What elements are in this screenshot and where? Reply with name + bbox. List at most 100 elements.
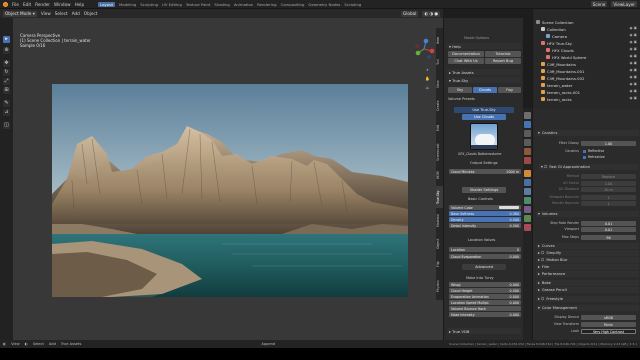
advanced-button[interactable]: Advanced [462, 264, 506, 270]
viewlayer-selector[interactable]: ViewLayer [611, 1, 637, 7]
step-rate-render-field[interactable]: 0.01 [581, 221, 636, 226]
refractive-checkbox[interactable]: Refractive [583, 155, 605, 159]
location-field[interactable]: Location 0 [449, 247, 521, 252]
sky-tab[interactable]: Sky [448, 87, 472, 93]
outliner-item[interactable]: terrain_rocks.001 [541, 89, 580, 95]
sidebar-tab-object[interactable]: Object [436, 234, 443, 254]
visibility-eye-icon[interactable]: ◉ ▣ [630, 54, 637, 58]
world-properties-icon[interactable] [524, 157, 531, 164]
workspace-tab-geometry-nodes[interactable]: Geometry Nodes [308, 2, 340, 7]
visibility-eye-icon[interactable]: ◉ ▣ [630, 47, 637, 51]
workspace-tab-uv-editing[interactable]: UV Editing [162, 2, 182, 7]
select-box-tool-icon[interactable]: ▸ [3, 36, 10, 43]
basic-row-base-softness[interactable]: Base Softness 0.380 [449, 211, 521, 216]
zoom-icon[interactable]: ⌕ [424, 66, 431, 73]
visibility-eye-icon[interactable]: ◉ ▣ [630, 89, 637, 93]
basic-row-density[interactable]: Density 0.500 [449, 217, 521, 222]
use-clouds-button[interactable]: Use Clouds [462, 114, 506, 120]
visibility-eye-icon[interactable]: ◉ ▣ [630, 96, 637, 100]
modifier-properties-icon[interactable] [524, 179, 531, 186]
navigation-gizmo[interactable] [413, 38, 435, 60]
outliner-item[interactable]: Collection [541, 26, 566, 32]
true-sky-panel-header[interactable]: ▾ True-Sky [447, 77, 521, 83]
sidebar-tab-item[interactable]: Item [436, 30, 443, 50]
reflective-checkbox[interactable]: Reflective [583, 149, 604, 153]
section-film[interactable]: ▸ Film [536, 264, 639, 270]
ao-distance-field[interactable]: 10 m [581, 187, 636, 192]
workspace-tab-animation[interactable]: Animation [234, 2, 253, 7]
workspace-tab-compositing[interactable]: Compositing [281, 2, 305, 7]
workspace-tab-shading[interactable]: Shading [214, 2, 229, 7]
section-caustics[interactable]: ▾ Caustics [536, 130, 639, 136]
annotate-tool-icon[interactable]: ✎ [3, 100, 10, 107]
cloud-minutes-field[interactable]: Cloud Minutes 2000 m [449, 169, 521, 174]
outliner-item[interactable]: HFX Clouds [546, 47, 574, 53]
shading-buttons[interactable]: ◐ ◑ ● [422, 10, 440, 17]
adv-row-evaporation-animation[interactable]: Evaporation Animation 0.000 [449, 294, 521, 299]
particles-properties-icon[interactable] [524, 188, 531, 195]
section-freestyle[interactable]: ▸ ☐ Freestyle [536, 296, 639, 302]
volume-color-swatch[interactable] [499, 206, 519, 209]
adv-row-haze-intensity[interactable]: Haze Intensity 0.000 [449, 312, 521, 317]
section-color-management[interactable]: ▾ Color Management [536, 305, 639, 311]
measure-tool-icon[interactable]: ⊿ [3, 109, 10, 116]
fgi-method-field[interactable]: Replace [581, 174, 636, 179]
section-fast-gi[interactable]: ▾ ☐ Fast GI Approximation [539, 164, 639, 170]
transform-orientation-selector[interactable]: Global [401, 10, 419, 17]
view-layer-properties-icon[interactable] [524, 139, 531, 146]
scale-tool-icon[interactable]: ⤢ [3, 78, 10, 85]
visibility-eye-icon[interactable]: ◉ ▣ [630, 82, 637, 86]
add-cube-tool-icon[interactable]: ◫ [3, 122, 10, 129]
adv-row-volume-bounce-hack[interactable]: Volume Bounce Hack [449, 306, 521, 311]
display-device-dropdown[interactable]: sRGB [581, 315, 636, 320]
sidebar-tab-tool[interactable]: Tool [436, 52, 443, 72]
data-properties-icon[interactable] [524, 215, 531, 222]
viewport-bounces-field[interactable]: 1 [581, 195, 636, 200]
look-dropdown[interactable]: Very High Contrast [581, 329, 636, 334]
basic-row-volume-color[interactable]: Volume Color [449, 205, 521, 210]
move-tool-icon[interactable]: ✥ [3, 60, 10, 67]
physics-properties-icon[interactable] [524, 197, 531, 204]
pan-hand-icon[interactable]: ✋ [424, 75, 431, 82]
scene-properties-icon[interactable] [524, 148, 531, 155]
mode-selector[interactable]: Object Mode ▾ [3, 10, 37, 17]
section-motion-blur[interactable]: ▸ ☐ Motion Blur [536, 257, 639, 263]
blender-logo-icon[interactable] [3, 1, 8, 7]
section-simplify[interactable]: ▸ ☐ Simplify [536, 250, 639, 256]
adv-row-location-speed[interactable]: Location Speed Multipl. 0.000 [449, 300, 521, 305]
outliner-item[interactable]: HFX True-Sky [541, 40, 572, 46]
chat-with-us-button[interactable]: Chat With Us [448, 58, 484, 64]
menu-window[interactable]: Window [54, 2, 71, 7]
viewport-menu-select[interactable]: Select [55, 11, 68, 16]
outliner-item[interactable]: Cliff_Mountains.002 [541, 75, 584, 81]
sidebar-tab-hdri[interactable]: HDRI [436, 166, 443, 184]
clouds-tab[interactable]: Clouds [473, 87, 497, 93]
viewport-menu-view[interactable]: View [41, 11, 51, 16]
step-viewport-field[interactable]: 0.01 [581, 227, 636, 232]
workspace-tab-scripting[interactable]: Scripting [344, 2, 361, 7]
fog-tab[interactable]: Fog [498, 87, 521, 93]
camera-view-icon[interactable]: ⌂ [424, 84, 431, 91]
outliner-item[interactable]: HFX World Sphere [546, 54, 586, 60]
render-properties-icon[interactable] [524, 121, 531, 128]
menu-render[interactable]: Render [35, 2, 50, 7]
documentation-button[interactable]: Documentation [448, 51, 484, 57]
outliner-item[interactable]: Cliff_Mountains [541, 61, 576, 67]
view-transform-dropdown[interactable]: Filmic [581, 322, 636, 327]
constraints-properties-icon[interactable] [524, 206, 531, 213]
sidebar-tab-true-sky[interactable]: True-Sky [436, 186, 443, 208]
workspace-tab-sculpting[interactable]: Sculpting [140, 2, 158, 7]
adv-row-cloud-height[interactable]: Cloud Height 0.500 [449, 288, 521, 293]
tool-properties-icon[interactable] [524, 112, 531, 119]
cloud-preset-thumbnail[interactable] [470, 123, 498, 150]
workspace-tab-layout[interactable]: Layout [98, 1, 116, 7]
help-panel-header[interactable]: ▾ Help [447, 43, 521, 49]
workspace-tab-texture-paint[interactable]: Texture Paint [186, 2, 211, 7]
adv-row-wispy[interactable]: Wispy 0.000 [449, 282, 521, 287]
visibility-eye-icon[interactable]: ◉ ▣ [630, 26, 637, 30]
visibility-eye-icon[interactable]: ◉ ▣ [630, 40, 637, 44]
sidebar-tab-view[interactable]: View [436, 74, 443, 94]
sidebar-tab-create[interactable]: Create [436, 96, 443, 116]
transform-tool-icon[interactable]: ⊞ [3, 87, 10, 94]
sidebar-tab-flip[interactable]: Flip [436, 256, 443, 272]
